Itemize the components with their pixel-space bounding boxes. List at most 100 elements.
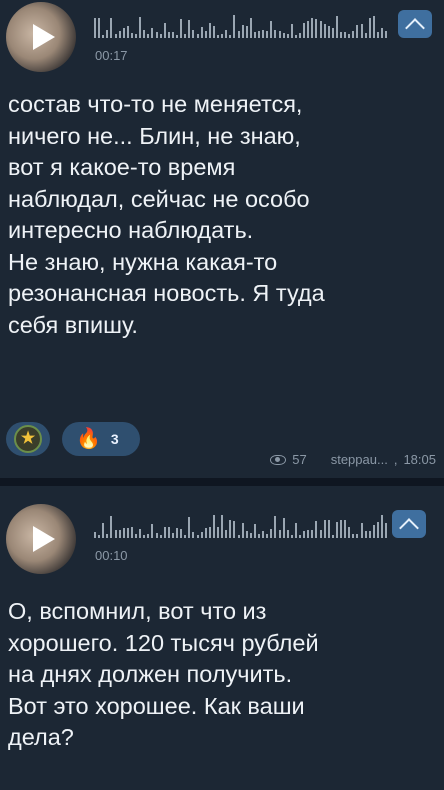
waveform-bar <box>163 23 166 38</box>
waveform-bar <box>171 32 174 38</box>
waveform-bar <box>135 534 137 538</box>
waveform-bar <box>360 523 363 538</box>
waveform-bar <box>233 521 236 538</box>
waveform-bar <box>282 518 285 538</box>
waveform-bar <box>176 35 178 38</box>
waveform-bar <box>114 34 117 38</box>
waveform-bar <box>155 32 158 38</box>
star-reaction-icon: ★ <box>14 425 42 453</box>
waveform-bar <box>167 32 170 38</box>
waveform-bar <box>139 529 142 538</box>
waveform-bar <box>352 534 355 538</box>
waveform-bar <box>348 527 351 538</box>
waveform-bar <box>364 33 367 38</box>
play-icon[interactable] <box>33 24 55 50</box>
waveform-bar <box>225 30 228 38</box>
waveform-bar <box>319 530 322 538</box>
waveform-bar <box>102 523 105 538</box>
waveform-bar <box>233 15 236 38</box>
voice-waveform[interactable] <box>94 512 394 538</box>
waveform-bar <box>356 534 359 538</box>
waveform-bar <box>237 535 240 538</box>
expand-button[interactable] <box>398 10 432 38</box>
waveform-bar <box>241 523 244 538</box>
waveform-bar <box>262 531 265 538</box>
waveform-bar <box>184 34 187 38</box>
waveform-bar <box>270 529 273 538</box>
video-note-avatar[interactable] <box>6 2 76 72</box>
waveform-bar <box>286 530 289 538</box>
message-text: состав что-то не меняется, ничего не... … <box>8 91 325 338</box>
waveform-bar <box>229 35 232 38</box>
voice-waveform[interactable] <box>94 12 394 38</box>
chevron-up-icon <box>405 17 425 38</box>
waveform-bar <box>245 26 248 38</box>
voice-message: 00:17 <box>6 0 436 72</box>
waveform-bar <box>118 530 121 538</box>
waveform-bar <box>241 25 244 38</box>
waveform-bar <box>147 34 150 38</box>
waveform-bar <box>114 530 117 538</box>
waveform-bar <box>188 517 191 538</box>
waveform-bar <box>299 33 301 38</box>
waveform-bar <box>126 26 129 38</box>
waveform-bar <box>331 28 334 38</box>
waveform-bar <box>159 34 162 38</box>
waveform-bar <box>376 32 379 38</box>
waveform-bar <box>294 523 297 538</box>
waveform-bar <box>385 523 388 538</box>
waveform-bar <box>335 16 338 38</box>
waveform-bar <box>290 24 293 38</box>
waveform-bar <box>368 18 371 38</box>
play-icon[interactable] <box>33 526 55 552</box>
waveform-bar <box>262 30 265 38</box>
waveform-bar <box>163 527 166 538</box>
waveform-bar <box>217 527 219 538</box>
voice-duration: 00:10 <box>95 548 128 563</box>
waveform-bar <box>327 26 330 38</box>
reaction-fire[interactable]: 🔥 3 <box>62 422 140 456</box>
waveform-bar <box>319 21 322 38</box>
waveform-bar <box>180 529 183 538</box>
waveform-bar <box>278 530 281 538</box>
waveform-bar <box>217 35 219 38</box>
waveform-bar <box>200 27 203 38</box>
waveform-bar <box>323 520 326 538</box>
waveform-bar <box>253 524 256 538</box>
waveform-bar <box>274 516 277 538</box>
waveform-bar <box>106 30 109 38</box>
waveform-bar <box>311 18 314 38</box>
video-note-avatar[interactable] <box>6 504 76 574</box>
waveform-bar <box>258 534 260 538</box>
waveform-bar <box>122 528 125 538</box>
waveform-bar <box>249 533 252 538</box>
waveform-bar <box>94 18 96 38</box>
waveform-bar <box>299 535 301 538</box>
waveform-bar <box>208 23 211 38</box>
waveform-bar <box>110 516 113 538</box>
waveform-bar <box>372 525 375 538</box>
waveform-bar <box>290 535 293 538</box>
waveform-bar <box>130 33 133 38</box>
message-text: О, вспомнил, вот что из хорошего. 120 ты… <box>8 598 319 750</box>
waveform-bar <box>356 25 359 38</box>
waveform-bar <box>143 30 146 38</box>
waveform-bar <box>151 28 154 38</box>
waveform-bar <box>278 31 281 38</box>
waveform-bar <box>315 521 318 538</box>
waveform-bar <box>176 528 178 538</box>
waveform-bar <box>147 534 150 538</box>
waveform-bar <box>102 35 105 38</box>
chevron-up-icon <box>399 517 419 538</box>
waveform-bar <box>245 531 248 538</box>
waveform-bar <box>270 21 273 38</box>
waveform-bar <box>155 533 158 538</box>
waveform-bar <box>381 515 383 538</box>
waveform-bar <box>192 532 195 538</box>
waveform-bar <box>180 19 183 38</box>
waveform-bar <box>204 528 207 538</box>
reaction-star[interactable]: ★ <box>6 422 50 456</box>
message-bubble: 00:17 состав что-то не меняется, ничего … <box>0 0 444 478</box>
waveform-bar <box>130 527 133 538</box>
expand-button[interactable] <box>392 510 426 538</box>
